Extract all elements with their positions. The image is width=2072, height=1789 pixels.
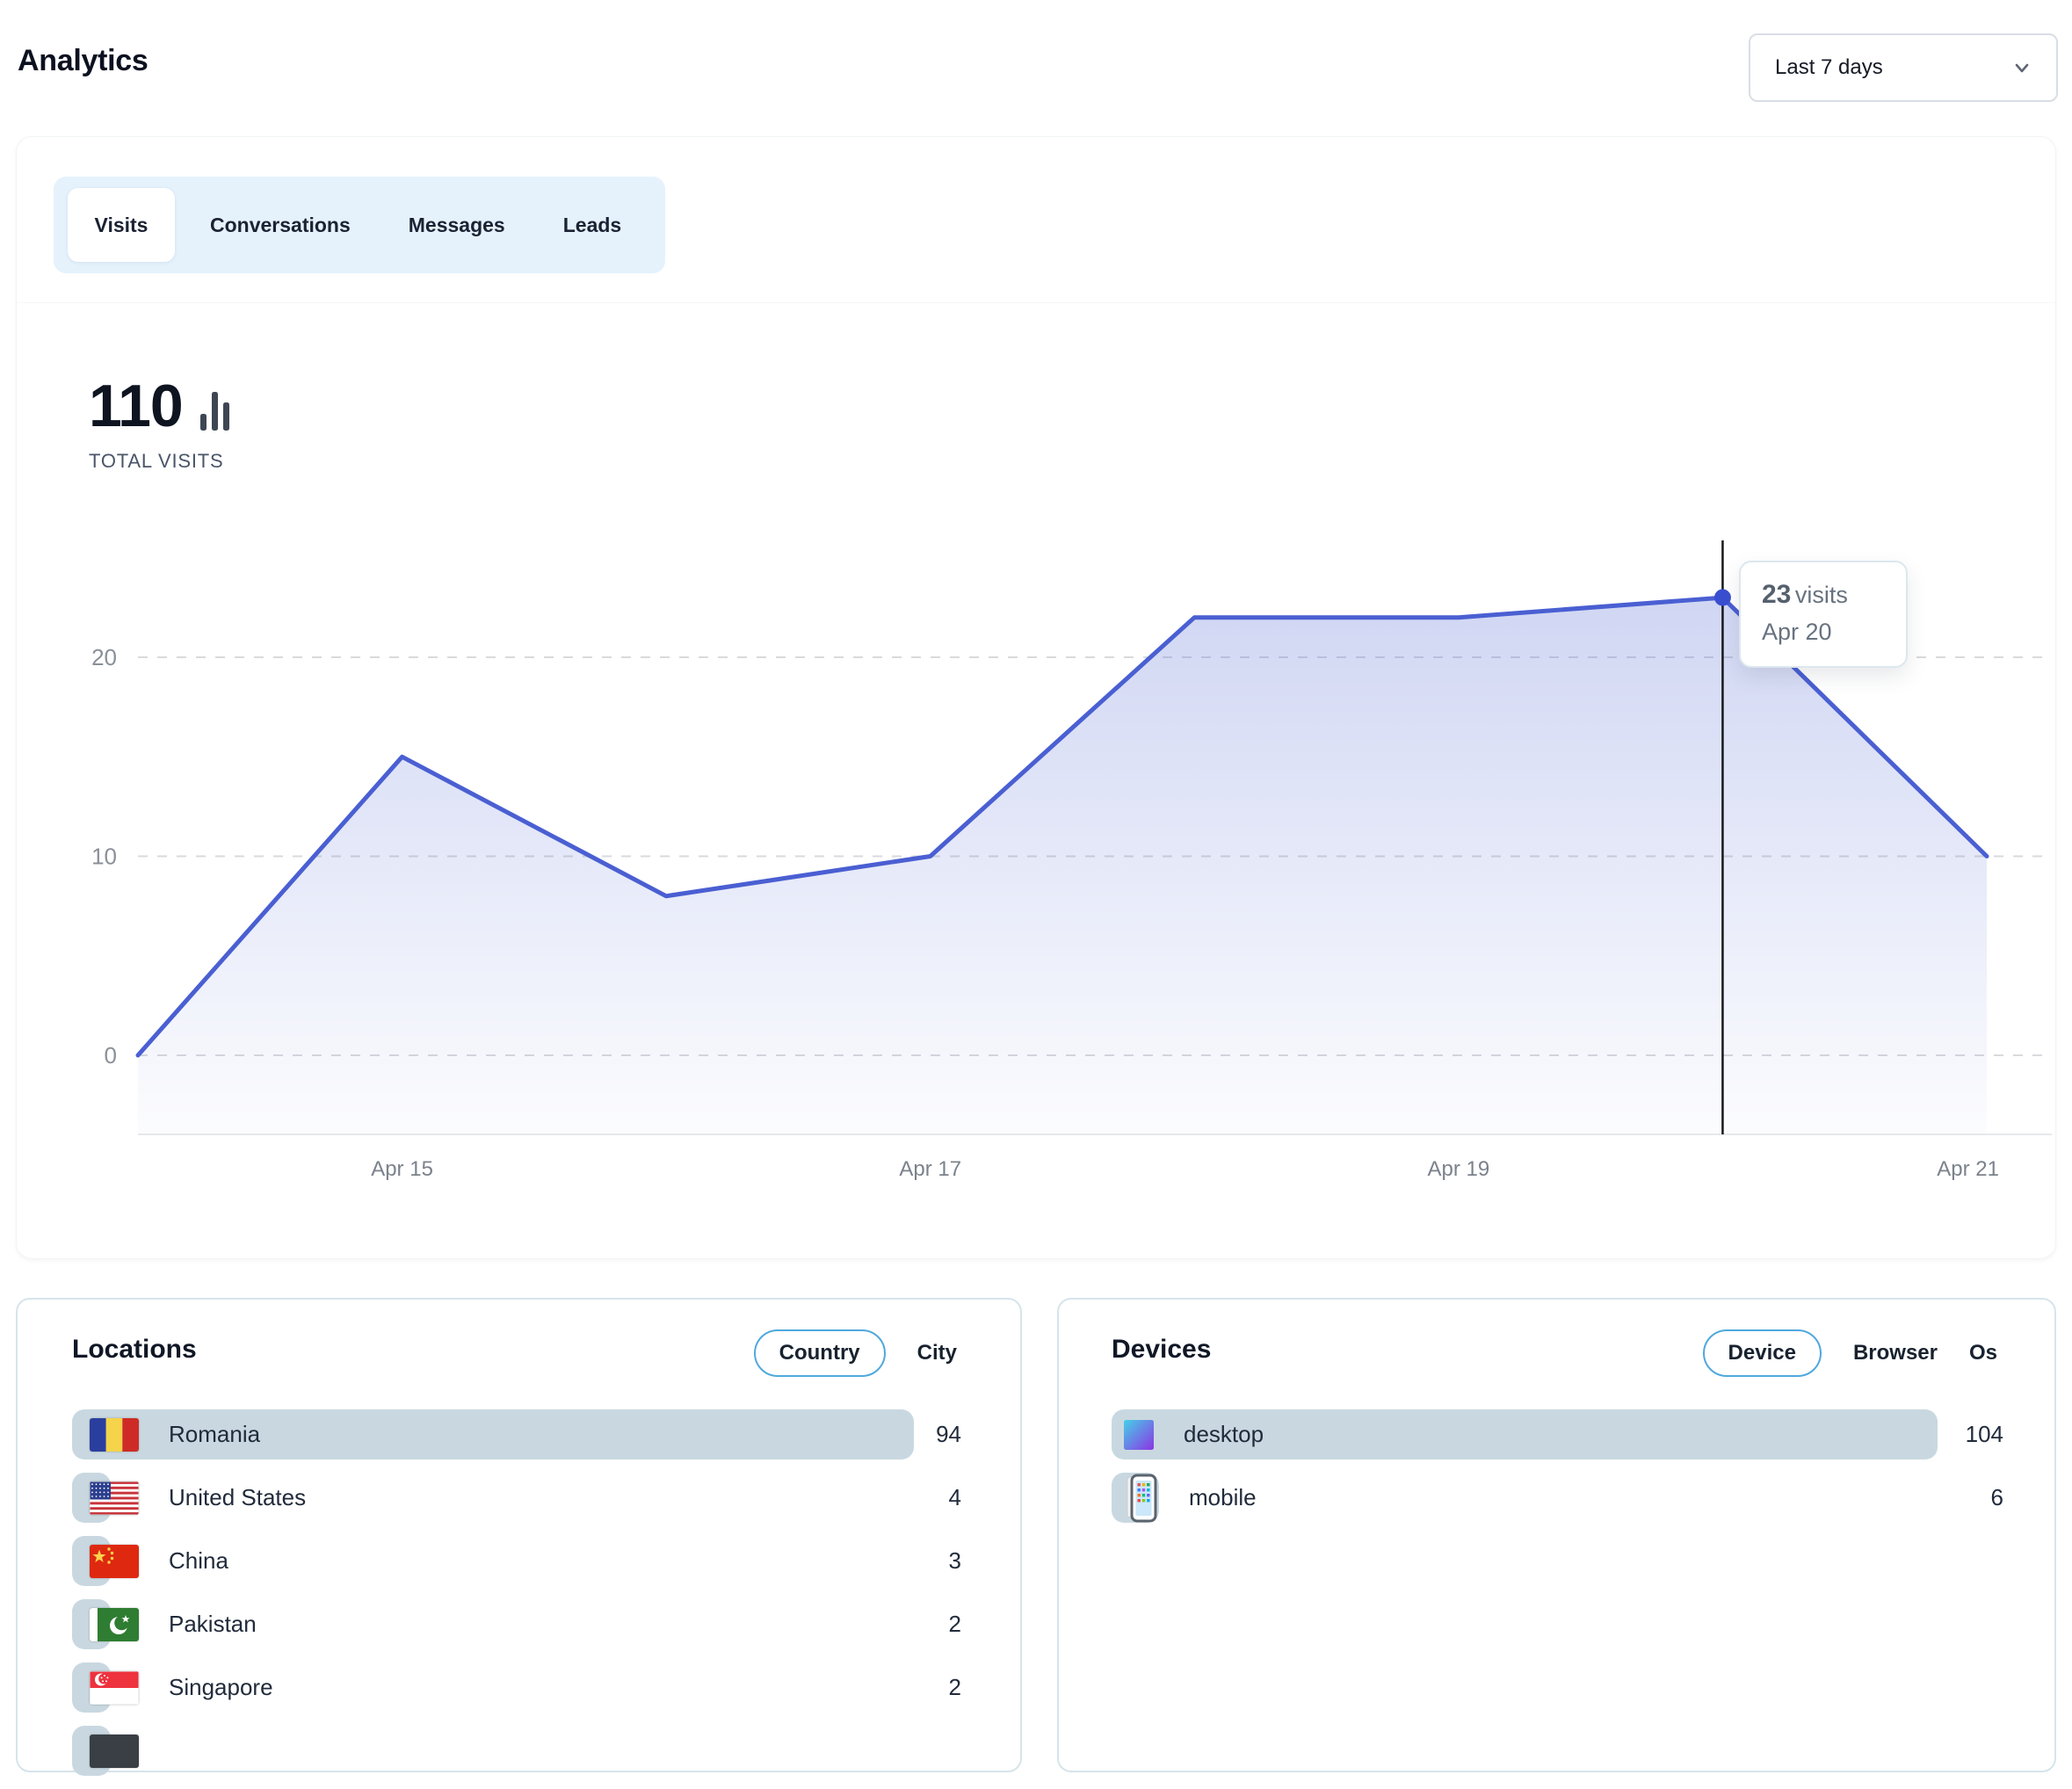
- dark-flag-icon: [90, 1735, 139, 1768]
- device-row-label: desktop: [1184, 1421, 1264, 1448]
- analytics-card: VisitsConversationsMessagesLeads 110 TOT…: [16, 136, 2056, 1259]
- devices-title: Devices: [1112, 1335, 1211, 1365]
- tooltip-date: Apr 20: [1762, 619, 1885, 646]
- svg-text:0: 0: [105, 1042, 117, 1068]
- devices-toggle-device[interactable]: Device: [1703, 1329, 1822, 1377]
- pk-flag-icon: [90, 1608, 139, 1641]
- devices-toggle-group: Device Browser Os: [1703, 1329, 1997, 1377]
- devices-toggle-os[interactable]: Os: [1969, 1341, 1997, 1365]
- tab-messages[interactable]: Messages: [386, 188, 528, 262]
- location-row-value: 2: [949, 1674, 961, 1701]
- locations-title: Locations: [72, 1335, 197, 1365]
- device-row: desktop 104: [1112, 1409, 2003, 1459]
- bar-chart-icon: [199, 388, 234, 432]
- locations-toggle-city[interactable]: City: [917, 1341, 957, 1365]
- devices-list: desktop 104 mobile 6: [1112, 1409, 2003, 1536]
- device-row-label: mobile: [1189, 1484, 1257, 1511]
- stat-label: TOTAL VISITS: [89, 450, 234, 473]
- visits-chart: 0 10 20 Apr 15 Apr 17 Apr 19 Apr 21 23 visits …: [17, 528, 2057, 1196]
- location-row: Pakistan 2: [72, 1599, 961, 1649]
- desktop-icon: [1124, 1420, 1154, 1450]
- ro-flag-icon: [90, 1418, 139, 1452]
- location-row-value: 2: [949, 1611, 961, 1638]
- locations-list: Romania94United States4China3Pakistan2Si…: [72, 1409, 961, 1789]
- location-row-label: United States: [169, 1484, 306, 1511]
- location-row: Romania 94: [72, 1409, 961, 1459]
- stat-value: 110: [89, 376, 183, 436]
- cn-flag-icon: [90, 1545, 139, 1578]
- total-visits-stat: 110 TOTAL VISITS: [89, 376, 234, 473]
- svg-text:Apr 21: Apr 21: [1937, 1157, 1999, 1181]
- device-row-value: 6: [1991, 1484, 2003, 1511]
- devices-card: Devices Device Browser Os desktop 104 mobile…: [1057, 1298, 2056, 1772]
- date-range-value: Last 7 days: [1775, 55, 2009, 80]
- svg-text:10: 10: [91, 844, 117, 870]
- svg-text:Apr 19: Apr 19: [1427, 1157, 1489, 1181]
- chart-tooltip: 23 visits Apr 20: [1739, 561, 1908, 668]
- page-title: Analytics: [18, 44, 148, 78]
- svg-text:20: 20: [91, 644, 117, 670]
- location-row-label: China: [169, 1547, 228, 1575]
- location-row-partial: [72, 1726, 961, 1776]
- device-row-value: 104: [1966, 1421, 2003, 1448]
- sg-flag-icon: [90, 1671, 139, 1705]
- locations-card: Locations Country City Romania 94 United St…: [16, 1298, 1022, 1772]
- location-row-label: Pakistan: [169, 1611, 257, 1638]
- locations-toggle-group: Country City: [754, 1329, 957, 1377]
- device-row: mobile 6: [1112, 1473, 2003, 1523]
- location-row: United States 4: [72, 1473, 961, 1523]
- date-range-select[interactable]: Last 7 days: [1749, 33, 2058, 102]
- tab-visits[interactable]: Visits: [68, 188, 175, 262]
- tooltip-unit: visits: [1795, 582, 1848, 608]
- location-row: China 3: [72, 1536, 961, 1586]
- location-row-value: 3: [949, 1547, 961, 1575]
- svg-text:Apr 17: Apr 17: [899, 1157, 961, 1181]
- tab-bar: VisitsConversationsMessagesLeads: [54, 177, 665, 273]
- locations-toggle-country[interactable]: Country: [754, 1329, 886, 1377]
- mobile-icon: [1124, 1474, 1159, 1523]
- devices-toggle-browser[interactable]: Browser: [1853, 1341, 1938, 1365]
- chevron-down-icon: [2009, 54, 2035, 81]
- divider: [17, 302, 2055, 303]
- svg-text:Apr 15: Apr 15: [371, 1157, 433, 1181]
- us-flag-icon: [90, 1481, 139, 1515]
- location-row-label: Romania: [169, 1421, 260, 1448]
- tooltip-value: 23: [1762, 580, 1791, 609]
- location-row-value: 4: [949, 1484, 961, 1511]
- location-row: Singapore 2: [72, 1662, 961, 1713]
- tab-conversations[interactable]: Conversations: [187, 188, 373, 262]
- location-row-value: 94: [936, 1421, 961, 1448]
- location-row-label: Singapore: [169, 1674, 273, 1701]
- tab-leads[interactable]: Leads: [540, 188, 644, 262]
